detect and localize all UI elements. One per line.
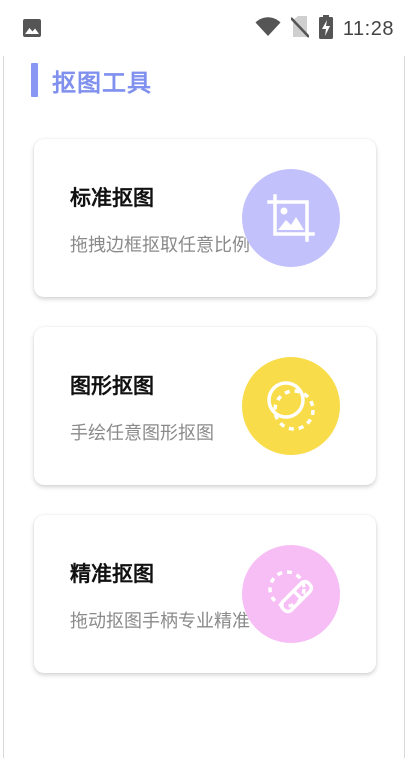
- card-description: 手绘任意图形抠图: [70, 423, 214, 444]
- status-time: 11:28: [342, 17, 394, 40]
- circle-shape-icon: [242, 357, 340, 455]
- wifi-icon: [255, 17, 281, 41]
- status-bar: 11:28: [0, 0, 408, 56]
- card-standard-cutout[interactable]: 标准抠图 拖拽边框抠取任意比例: [34, 139, 376, 297]
- card-title: 图形抠图: [70, 374, 154, 398]
- card-precise-cutout[interactable]: 精准抠图 拖动抠图手柄专业精准: [34, 515, 376, 673]
- precise-cutout-icon: [242, 545, 340, 643]
- crop-image-icon: [242, 169, 340, 267]
- card-description: 拖拽边框抠取任意比例: [70, 235, 250, 256]
- page-title: 抠图工具: [52, 68, 152, 97]
- card-title: 精准抠图: [70, 562, 154, 586]
- card-shape-cutout[interactable]: 图形抠图 手绘任意图形抠图: [34, 327, 376, 485]
- image-icon: [23, 19, 41, 37]
- card-description: 拖动抠图手柄专业精准: [70, 611, 250, 632]
- title-accent-bar: [31, 63, 38, 97]
- card-title: 标准抠图: [70, 186, 154, 210]
- battery-charging-icon: [318, 15, 333, 43]
- page-header: 抠图工具: [31, 63, 152, 97]
- no-sim-icon: [290, 16, 310, 42]
- status-icons: 11:28: [255, 15, 394, 43]
